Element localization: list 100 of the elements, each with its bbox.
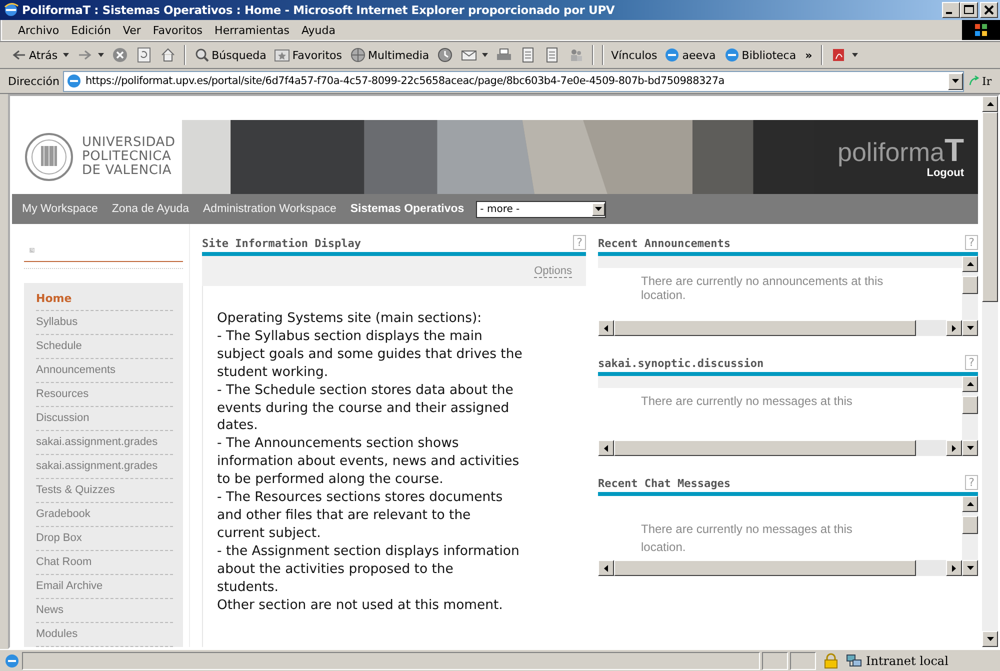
- browser-icon: [3, 2, 19, 18]
- toolbar-button[interactable]: Multimedia: [347, 45, 432, 65]
- logout-link[interactable]: Logout: [926, 167, 964, 179]
- help-button[interactable]: ?: [965, 355, 978, 370]
- up-arrow-icon[interactable]: [966, 382, 974, 386]
- help-button[interactable]: ?: [965, 235, 978, 250]
- tool-menu-item[interactable]: Drop Box: [36, 527, 173, 551]
- caret-icon: [952, 79, 959, 83]
- portlet-title: Recent Announcements: [598, 237, 730, 250]
- site-tab[interactable]: Sistemas Operativos: [344, 203, 472, 215]
- menu-item[interactable]: Ayuda: [295, 24, 342, 36]
- site-tab[interactable]: My Workspace: [16, 203, 106, 215]
- tool-menu-item[interactable]: Gradebook: [36, 503, 173, 527]
- menu-item[interactable]: Archivo: [12, 24, 66, 36]
- printer-icon: [496, 47, 512, 63]
- scrollbar-thumb[interactable]: [962, 276, 978, 294]
- document-icon: [544, 47, 560, 63]
- tool-menu-item[interactable]: Chat Room: [36, 551, 173, 575]
- caret-icon[interactable]: [482, 53, 488, 57]
- down-arrow-icon[interactable]: [986, 637, 994, 641]
- address-label: Dirección: [8, 74, 60, 88]
- tool-menu-item[interactable]: Modules: [36, 623, 173, 647]
- down-arrow-icon[interactable]: [966, 326, 974, 330]
- tool-menu-item[interactable]: Syllabus: [36, 311, 173, 335]
- menu-item[interactable]: Edición: [65, 24, 117, 36]
- left-arrow-icon[interactable]: [604, 324, 608, 332]
- university-name-line: POLITECNICA: [82, 150, 172, 164]
- tool-menu-item[interactable]: Announcements: [36, 359, 173, 383]
- go-button[interactable]: Ir: [968, 74, 996, 88]
- down-arrow-icon[interactable]: [966, 566, 974, 570]
- tool-menu-item[interactable]: Email Archive: [36, 575, 173, 599]
- security-zone-label: Intranet local: [866, 654, 948, 668]
- tool-menu-item[interactable]: Schedule: [36, 335, 173, 359]
- dropdown-button[interactable]: [592, 202, 606, 216]
- empty-message: There are currently no announcements at this location.: [641, 274, 884, 302]
- brand-logo: poliformaT: [838, 135, 964, 167]
- scrollbar-thumb[interactable]: [614, 440, 916, 456]
- tool-menu-item[interactable]: Tests & Quizzes: [36, 479, 173, 503]
- padlock-icon: [824, 652, 838, 668]
- toolbar-button[interactable]: Favoritos: [271, 45, 345, 65]
- people-icon: [568, 47, 584, 63]
- network-icon: [846, 652, 862, 668]
- caret-icon[interactable]: [62, 53, 69, 57]
- right-arrow-icon[interactable]: [952, 564, 956, 572]
- vertical-scrollbar[interactable]: [962, 376, 978, 456]
- caret-icon[interactable]: [98, 53, 104, 57]
- more-sites-dropdown[interactable]: - more -: [476, 200, 606, 218]
- stop-icon: [112, 47, 128, 63]
- right-arrow-icon[interactable]: [952, 324, 956, 332]
- maximize-button[interactable]: [960, 2, 978, 18]
- up-arrow-icon[interactable]: [966, 262, 974, 266]
- scrollbar-thumb[interactable]: [962, 396, 978, 414]
- options-link[interactable]: Options: [534, 264, 572, 278]
- menu-item[interactable]: Favoritos: [146, 24, 209, 36]
- portlet-title: sakai.synoptic.discussion: [598, 357, 764, 370]
- toolbar-button[interactable]: Atrás: [8, 45, 72, 65]
- tool-menu-item[interactable]: Discussion: [36, 407, 173, 431]
- caret-icon[interactable]: [852, 53, 858, 57]
- search-icon: [194, 47, 210, 63]
- up-arrow-icon[interactable]: [966, 502, 974, 506]
- scrollbar-thumb[interactable]: [982, 112, 998, 302]
- scrollbar-thumb[interactable]: [962, 516, 978, 534]
- tool-menu-item[interactable]: sakai.assignment.grades: [36, 455, 173, 479]
- link-button[interactable]: aeeva: [661, 45, 719, 65]
- left-arrow-icon[interactable]: [604, 444, 608, 452]
- menu-item[interactable]: Herramientas: [208, 24, 296, 36]
- home-icon: [160, 47, 176, 63]
- dropdown-button[interactable]: [948, 72, 963, 90]
- portlet-title: Recent Chat Messages: [598, 477, 730, 490]
- more-links-button[interactable]: »: [801, 48, 816, 62]
- links-label: Vínculos: [610, 48, 658, 62]
- portlet-title: Site Information Display: [202, 237, 361, 250]
- left-arrow-icon[interactable]: [604, 564, 608, 572]
- help-button[interactable]: ?: [573, 235, 586, 250]
- tool-menu-item[interactable]: News: [36, 599, 173, 623]
- empty-message: There are currently no messages at this: [641, 394, 854, 408]
- arrow-icon: [968, 75, 980, 87]
- site-tab[interactable]: Administration Workspace: [197, 203, 344, 215]
- down-arrow-icon[interactable]: [966, 446, 974, 450]
- vertical-scrollbar[interactable]: [962, 256, 978, 336]
- site-tab[interactable]: Zona de Ayuda: [106, 203, 198, 215]
- help-button[interactable]: ?: [965, 475, 978, 490]
- empty-message: There are currently no messages at this location.: [641, 521, 854, 556]
- clock-icon: [437, 47, 454, 63]
- vertical-scrollbar[interactable]: [962, 496, 978, 576]
- scrollbar-thumb[interactable]: [614, 320, 916, 336]
- up-arrow-icon[interactable]: [986, 102, 994, 106]
- university-name-line: DE VALENCIA: [82, 164, 173, 178]
- toolbar-button[interactable]: Búsqueda: [190, 45, 270, 65]
- link-button[interactable]: Biblioteca: [720, 45, 800, 65]
- caret-icon: [595, 207, 602, 211]
- close-button[interactable]: [980, 2, 998, 18]
- right-arrow-icon[interactable]: [952, 444, 956, 452]
- tool-menu-item[interactable]: Resources: [36, 383, 173, 407]
- menu-item[interactable]: Ver: [116, 24, 147, 36]
- tool-menu-item[interactable]: Home: [36, 287, 173, 311]
- scrollbar-thumb[interactable]: [614, 560, 916, 576]
- tool-menu-item[interactable]: sakai.assignment.grades: [36, 431, 173, 455]
- minimize-button[interactable]: [942, 2, 960, 18]
- address-field[interactable]: https://poliformat.upv.es/portal/site/6d7f4a57-f70a-4c57-8099-22c5658aceac/page/8bc603b4-7e0e-4509-807b-bd750988327a: [63, 70, 964, 92]
